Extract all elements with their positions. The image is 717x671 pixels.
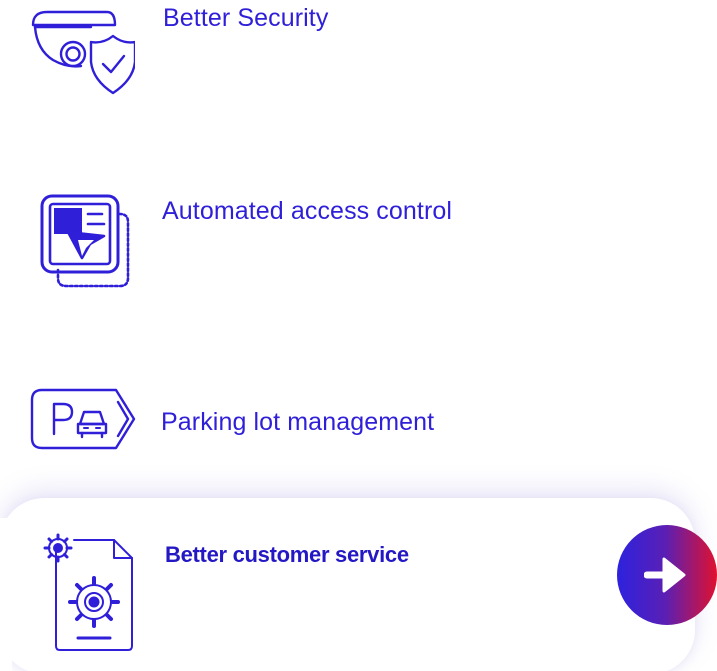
feature-label: Automated access control [162,197,453,225]
feature-item-better-customer-service[interactable]: Better customer service [0,498,695,671]
feature-item-parking-lot-management[interactable]: Parking lot management [0,380,520,460]
access-control-document-icon [40,194,130,288]
feature-label: Better Security [163,4,329,32]
customer-service-gears-document-icon [43,533,133,651]
parking-car-icon [30,388,136,450]
feature-label: Better customer service [165,542,409,567]
feature-item-better-security[interactable]: Better Security [0,0,420,95]
next-button[interactable] [617,525,717,625]
feature-item-automated-access-control[interactable]: Automated access control [0,180,540,290]
features-panel: Better Security Automated access control [0,0,717,671]
security-camera-shield-icon [31,10,135,95]
arrow-right-icon [644,557,686,593]
feature-label: Parking lot management [161,408,435,436]
